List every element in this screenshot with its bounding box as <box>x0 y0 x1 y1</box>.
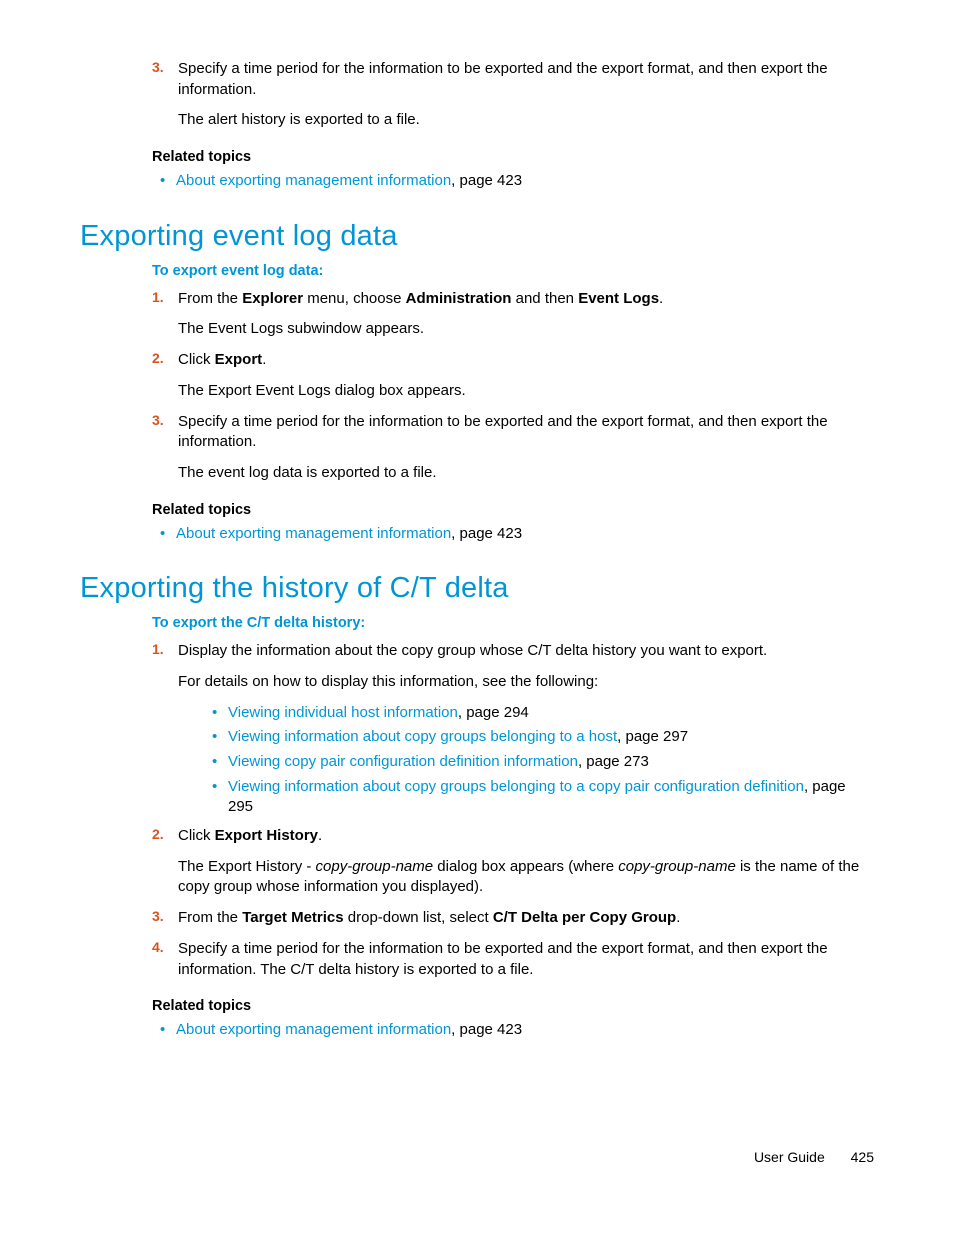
step-text: From the Target Metrics drop-down list, … <box>178 908 874 929</box>
related-topics-heading: Related topics <box>152 998 874 1014</box>
related-page-ref: , page 423 <box>451 172 522 189</box>
step-1: 1. Display the information about the cop… <box>152 641 874 818</box>
step-subtext: For details on how to display this infor… <box>178 672 874 693</box>
step-result: The Event Logs subwindow appears. <box>178 319 874 340</box>
step-result: The Export History - copy-group-name dia… <box>178 857 874 898</box>
ref-link-copy-pair-config[interactable]: Viewing copy pair configuration definiti… <box>228 753 578 770</box>
reference-item: Viewing individual host information, pag… <box>204 703 874 724</box>
related-topics-heading: Related topics <box>152 502 874 518</box>
event-log-steps: 1. From the Explorer menu, choose Admini… <box>152 289 874 484</box>
step-3: 3. From the Target Metrics drop-down lis… <box>152 908 874 929</box>
step-text: Specify a time period for the informatio… <box>178 412 874 453</box>
related-topics-list: About exporting management information, … <box>152 524 874 545</box>
step-number: 2. <box>152 350 164 366</box>
step-3: 3. Specify a time period for the informa… <box>152 412 874 484</box>
related-topic-item: About exporting management information, … <box>152 171 874 192</box>
step-3: 3. Specify a time period for the informa… <box>152 59 874 131</box>
related-topics-list: About exporting management information, … <box>152 171 874 192</box>
related-page-ref: , page 423 <box>451 525 522 542</box>
reference-item: Viewing information about copy groups be… <box>204 777 874 818</box>
step-number: 3. <box>152 412 164 428</box>
ct-delta-steps: 1. Display the information about the cop… <box>152 641 874 980</box>
step-text: Click Export History. <box>178 826 874 847</box>
related-topics-heading: Related topics <box>152 149 874 165</box>
top-steps: 3. Specify a time period for the informa… <box>152 59 874 131</box>
step-number: 3. <box>152 908 164 924</box>
related-topic-item: About exporting management information, … <box>152 1020 874 1041</box>
related-topic-item: About exporting management information, … <box>152 524 874 545</box>
step-number: 1. <box>152 289 164 305</box>
step-2: 2. Click Export History. The Export Hist… <box>152 826 874 898</box>
section-title-event-log: Exporting event log data <box>80 220 874 253</box>
step-text: Click Export. <box>178 350 874 371</box>
step-text: From the Explorer menu, choose Administr… <box>178 289 874 310</box>
related-link[interactable]: About exporting management information <box>176 1021 451 1038</box>
step-result: The event log data is exported to a file… <box>178 463 874 484</box>
section-title-ct-delta: Exporting the history of C/T delta <box>80 572 874 605</box>
step-number: 4. <box>152 939 164 955</box>
related-link[interactable]: About exporting management information <box>176 525 451 542</box>
related-topics-list: About exporting management information, … <box>152 1020 874 1041</box>
reference-item: Viewing information about copy groups be… <box>204 727 874 748</box>
step-number: 3. <box>152 59 164 75</box>
footer-label: User Guide <box>754 1149 825 1165</box>
page-footer: User Guide 425 <box>754 1149 874 1165</box>
reference-links: Viewing individual host information, pag… <box>204 703 874 818</box>
step-result: The Export Event Logs dialog box appears… <box>178 381 874 402</box>
step-result: The alert history is exported to a file. <box>178 110 874 131</box>
ref-link-copy-groups-definition[interactable]: Viewing information about copy groups be… <box>228 778 804 795</box>
related-link[interactable]: About exporting management information <box>176 172 451 189</box>
reference-item: Viewing copy pair configuration definiti… <box>204 752 874 773</box>
procedure-title: To export the C/T delta history: <box>152 615 874 631</box>
step-2: 2. Click Export. The Export Event Logs d… <box>152 350 874 401</box>
step-1: 1. From the Explorer menu, choose Admini… <box>152 289 874 340</box>
procedure-title: To export event log data: <box>152 263 874 279</box>
step-text: Specify a time period for the informatio… <box>178 939 874 980</box>
step-4: 4. Specify a time period for the informa… <box>152 939 874 980</box>
page: 3. Specify a time period for the informa… <box>0 0 954 1235</box>
content-area: 3. Specify a time period for the informa… <box>152 59 874 1041</box>
step-text: Specify a time period for the informatio… <box>178 59 874 100</box>
ref-link-copy-groups-host[interactable]: Viewing information about copy groups be… <box>228 728 617 745</box>
ref-link-host-info[interactable]: Viewing individual host information <box>228 704 458 721</box>
step-text: Display the information about the copy g… <box>178 641 874 662</box>
related-page-ref: , page 423 <box>451 1021 522 1038</box>
step-number: 2. <box>152 826 164 842</box>
page-number: 425 <box>851 1149 874 1165</box>
step-number: 1. <box>152 641 164 657</box>
